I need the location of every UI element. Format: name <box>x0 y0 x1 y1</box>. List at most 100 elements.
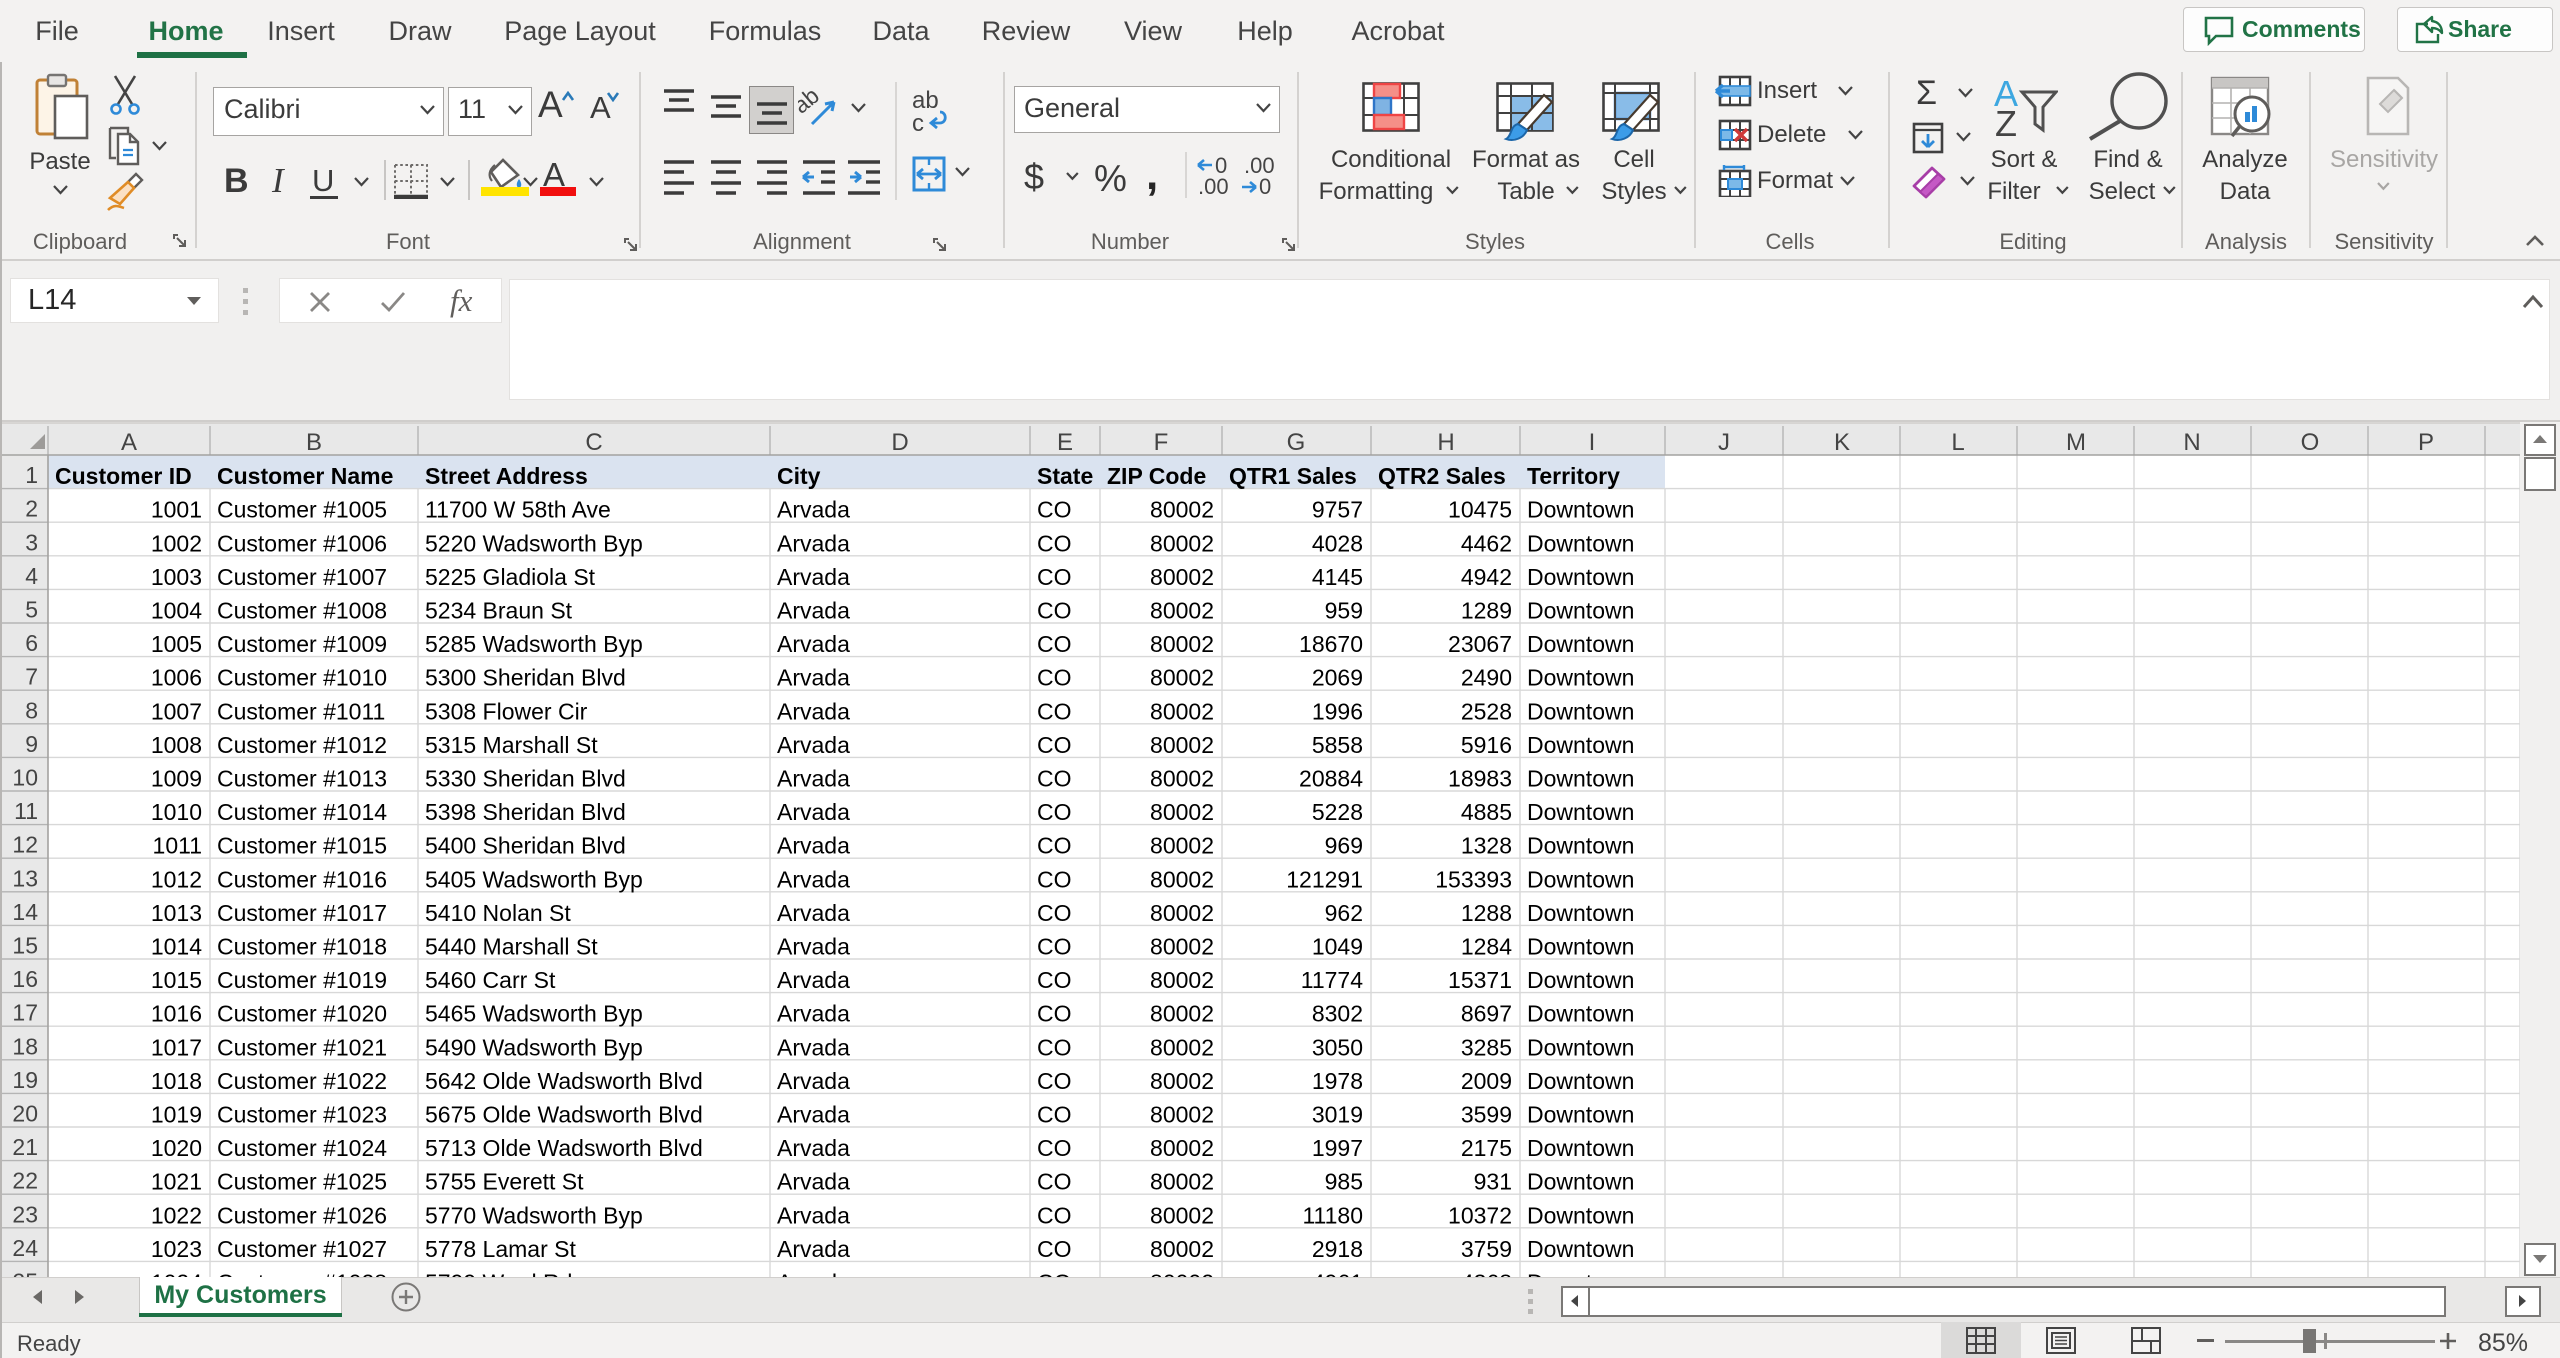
svg-text:CO: CO <box>1037 1169 1072 1195</box>
svg-text:CO: CO <box>1037 598 1072 624</box>
svg-text:Customer #1006: Customer #1006 <box>217 530 387 556</box>
svg-text:153393: 153393 <box>1435 866 1512 892</box>
svg-text:18: 18 <box>12 1033 38 1059</box>
svg-text:80002: 80002 <box>1150 732 1214 758</box>
svg-text:1013: 1013 <box>151 900 202 926</box>
svg-text:1020: 1020 <box>151 1135 202 1161</box>
svg-text:Downtown: Downtown <box>1527 1169 1634 1195</box>
svg-text:CO: CO <box>1037 934 1072 960</box>
svg-text:Downtown: Downtown <box>1527 866 1634 892</box>
svg-text:20: 20 <box>12 1101 38 1127</box>
svg-text:1012: 1012 <box>151 866 202 892</box>
svg-text:Downtown: Downtown <box>1527 732 1634 758</box>
svg-text:962: 962 <box>1325 900 1363 926</box>
svg-text:80002: 80002 <box>1150 900 1214 926</box>
svg-text:5315 Marshall St: 5315 Marshall St <box>425 732 598 758</box>
svg-text:1023: 1023 <box>151 1236 202 1262</box>
svg-text:Customer #1026: Customer #1026 <box>217 1202 387 1228</box>
svg-text:Arvada: Arvada <box>777 799 850 825</box>
svg-text:1021: 1021 <box>151 1169 202 1195</box>
svg-text:Downtown: Downtown <box>1527 934 1634 960</box>
svg-text:J: J <box>1718 429 1730 456</box>
svg-text:9: 9 <box>25 731 38 757</box>
svg-text:Customer #1025: Customer #1025 <box>217 1169 387 1195</box>
svg-text:5285 Wadsworth Byp: 5285 Wadsworth Byp <box>425 631 643 657</box>
svg-text:5234 Braun St: 5234 Braun St <box>425 598 573 624</box>
svg-text:3050: 3050 <box>1312 1034 1363 1060</box>
svg-text:B: B <box>306 429 322 456</box>
svg-text:5675 Olde Wadsworth Blvd: 5675 Olde Wadsworth Blvd <box>425 1102 703 1128</box>
svg-text:5405 Wadsworth Byp: 5405 Wadsworth Byp <box>425 866 643 892</box>
svg-text:80002: 80002 <box>1150 698 1214 724</box>
svg-text:959: 959 <box>1325 598 1363 624</box>
svg-text:1016: 1016 <box>151 1001 202 1027</box>
svg-text:1005: 1005 <box>151 631 202 657</box>
svg-text:Downtown: Downtown <box>1527 497 1634 523</box>
svg-text:80002: 80002 <box>1150 1068 1214 1094</box>
svg-text:3019: 3019 <box>1312 1102 1363 1128</box>
svg-text:I: I <box>1589 429 1596 456</box>
svg-text:City: City <box>777 463 821 489</box>
svg-text:Customer #1012: Customer #1012 <box>217 732 387 758</box>
svg-text:Arvada: Arvada <box>777 833 850 859</box>
svg-text:5300 Sheridan Blvd: 5300 Sheridan Blvd <box>425 665 626 691</box>
svg-text:Downtown: Downtown <box>1527 698 1634 724</box>
svg-text:Downtown: Downtown <box>1527 665 1634 691</box>
svg-text:1002: 1002 <box>151 530 202 556</box>
svg-text:1328: 1328 <box>1461 833 1512 859</box>
svg-text:CO: CO <box>1037 1068 1072 1094</box>
svg-text:2175: 2175 <box>1461 1135 1512 1161</box>
svg-text:5: 5 <box>25 597 38 623</box>
svg-text:5228: 5228 <box>1312 799 1363 825</box>
svg-text:Downtown: Downtown <box>1527 967 1634 993</box>
svg-text:5220 Wadsworth Byp: 5220 Wadsworth Byp <box>425 530 643 556</box>
svg-text:1289: 1289 <box>1461 598 1512 624</box>
svg-text:G: G <box>1287 429 1306 456</box>
svg-text:CO: CO <box>1037 732 1072 758</box>
svg-text:80002: 80002 <box>1150 665 1214 691</box>
svg-text:Downtown: Downtown <box>1527 631 1634 657</box>
svg-text:ZIP Code: ZIP Code <box>1107 463 1206 489</box>
svg-text:E: E <box>1057 429 1073 456</box>
svg-text:Customer ID: Customer ID <box>55 463 192 489</box>
svg-text:931: 931 <box>1474 1169 1512 1195</box>
svg-text:State: State <box>1037 463 1093 489</box>
svg-text:5916: 5916 <box>1461 732 1512 758</box>
svg-text:CO: CO <box>1037 1102 1072 1128</box>
svg-text:2069: 2069 <box>1312 665 1363 691</box>
svg-text:CO: CO <box>1037 866 1072 892</box>
svg-text:CO: CO <box>1037 1236 1072 1262</box>
svg-text:1008: 1008 <box>151 732 202 758</box>
svg-text:Street Address: Street Address <box>425 463 588 489</box>
svg-text:7: 7 <box>25 664 38 690</box>
svg-text:1011: 1011 <box>153 833 202 859</box>
svg-text:6: 6 <box>25 630 38 656</box>
svg-text:1022: 1022 <box>151 1202 202 1228</box>
svg-text:80002: 80002 <box>1150 934 1214 960</box>
svg-text:2: 2 <box>25 496 38 522</box>
svg-text:9757: 9757 <box>1312 497 1363 523</box>
svg-text:CO: CO <box>1037 698 1072 724</box>
svg-text:80002: 80002 <box>1150 967 1214 993</box>
svg-text:Customer #1011: Customer #1011 <box>217 698 385 724</box>
svg-text:24: 24 <box>12 1235 38 1261</box>
svg-text:11774: 11774 <box>1301 967 1363 993</box>
svg-text:CO: CO <box>1037 1202 1072 1228</box>
svg-text:2009: 2009 <box>1461 1068 1512 1094</box>
svg-text:1003: 1003 <box>151 564 202 590</box>
svg-text:80002: 80002 <box>1150 497 1214 523</box>
svg-text:15: 15 <box>12 933 38 959</box>
svg-text:CO: CO <box>1037 1001 1072 1027</box>
svg-text:Customer #1008: Customer #1008 <box>217 598 387 624</box>
svg-text:1009: 1009 <box>151 766 202 792</box>
svg-text:10: 10 <box>12 765 38 791</box>
svg-text:K: K <box>1834 429 1850 456</box>
svg-text:2490: 2490 <box>1461 665 1512 691</box>
svg-text:80002: 80002 <box>1150 799 1214 825</box>
svg-text:18670: 18670 <box>1299 631 1363 657</box>
svg-text:CO: CO <box>1037 497 1072 523</box>
svg-text:Downtown: Downtown <box>1527 799 1634 825</box>
svg-text:80002: 80002 <box>1150 564 1214 590</box>
svg-text:O: O <box>2301 429 2320 456</box>
svg-text:Customer #1016: Customer #1016 <box>217 866 387 892</box>
